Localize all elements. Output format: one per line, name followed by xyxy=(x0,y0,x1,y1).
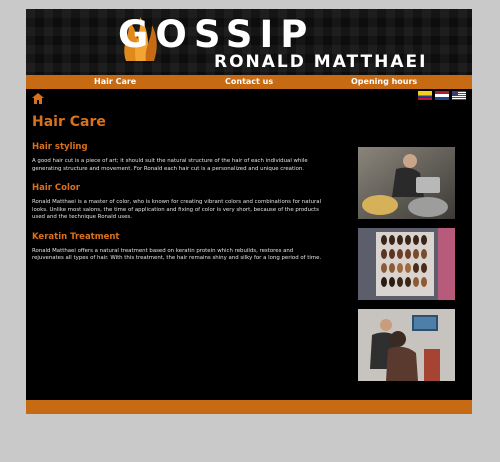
photo-hair-color-swatches xyxy=(358,228,455,300)
section-heading-hair-styling: Hair styling xyxy=(32,142,88,152)
home-icon[interactable] xyxy=(32,93,44,104)
section-heading-keratin: Keratin Treatment xyxy=(32,231,120,242)
brand-title: GOSSIP xyxy=(118,13,315,56)
flag-usa-icon[interactable] xyxy=(452,91,466,100)
page-title: Hair Care xyxy=(32,114,106,130)
photo-keratin-treatment xyxy=(358,309,455,381)
main-content: Hair Care Hair styling A good hair cut i… xyxy=(32,113,325,272)
main-nav: Hair Care Contact us Opening hours xyxy=(26,75,472,89)
flag-netherlands-icon[interactable] xyxy=(435,91,449,100)
nav-item-contact-us[interactable]: Contact us xyxy=(225,75,273,89)
page-container: GOSSIP RONALD MATTHAEI Hair Care Contact… xyxy=(26,9,472,414)
nav-item-hair-care[interactable]: Hair Care xyxy=(94,75,136,89)
header-banner: GOSSIP RONALD MATTHAEI xyxy=(26,9,472,75)
section-heading-hair-color: Hair Color xyxy=(32,183,80,193)
photo-column xyxy=(358,147,455,390)
nav-item-opening-hours[interactable]: Opening hours xyxy=(351,75,417,89)
section-body-hair-styling: A good hair cut is a piece of art; it sh… xyxy=(32,158,308,172)
section-body-hair-color: Ronald Matthaei is a master of color, wh… xyxy=(32,199,322,220)
language-flags xyxy=(418,91,466,101)
flag-colombia-icon[interactable] xyxy=(418,91,432,100)
section-body-keratin: Ronald Matthaei offers a natural treatme… xyxy=(32,247,322,262)
brand-subtitle: RONALD MATTHAEI xyxy=(214,52,428,72)
photo-hairdresser-styling xyxy=(358,147,455,219)
footer-bar xyxy=(26,400,472,414)
